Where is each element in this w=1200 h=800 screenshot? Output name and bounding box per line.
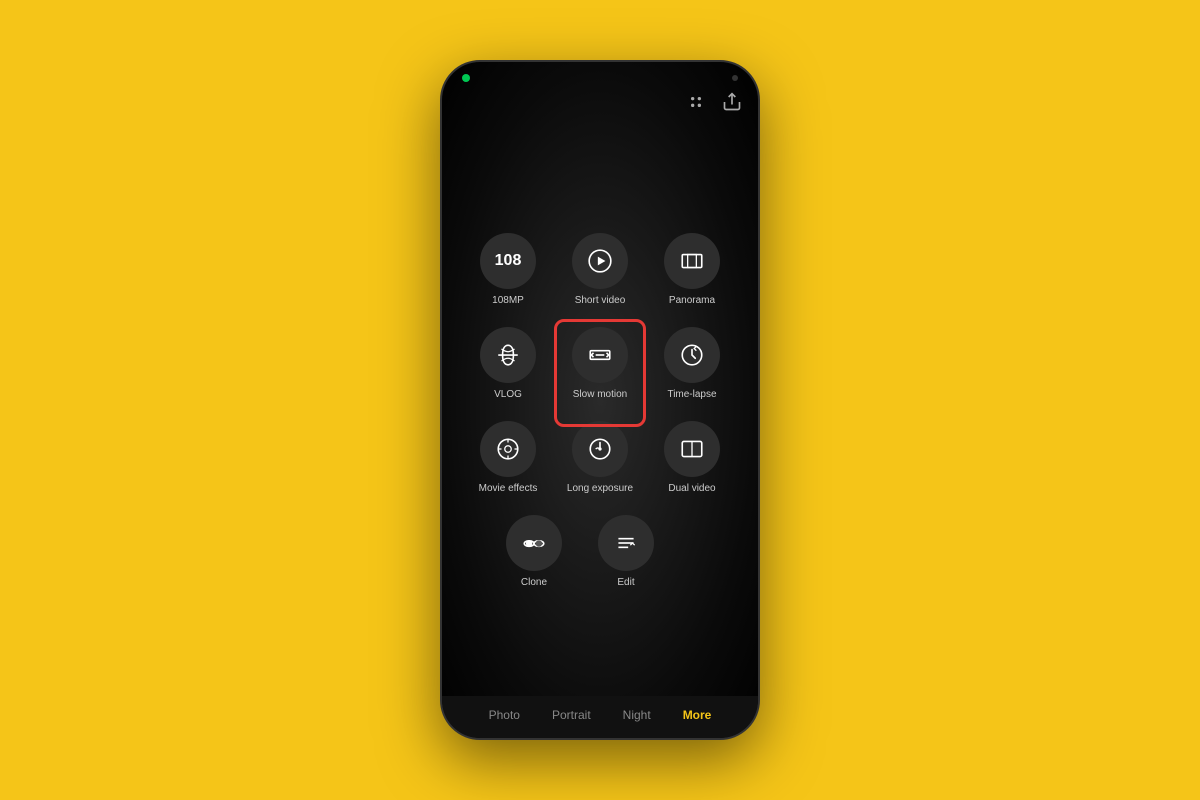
108mp-label: 108MP — [492, 295, 524, 307]
edit-icon — [598, 515, 654, 571]
mode-movie-effects[interactable]: Movie effects — [472, 421, 544, 495]
dual-video-label: Dual video — [668, 483, 715, 495]
mode-clone[interactable]: Clone — [498, 515, 570, 589]
status-bar — [442, 62, 758, 88]
panorama-label: Panorama — [669, 295, 715, 307]
mode-slow-motion-wrapper[interactable]: Slow motion — [564, 327, 636, 401]
camera-indicator — [732, 75, 738, 81]
long-exposure-label: Long exposure — [567, 483, 633, 495]
mode-108mp[interactable]: 108 108MP — [472, 233, 544, 307]
mode-short-video[interactable]: Short video — [564, 233, 636, 307]
mode-panorama[interactable]: Panorama — [656, 233, 728, 307]
short-video-label: Short video — [575, 295, 626, 307]
nav-more[interactable]: More — [679, 706, 716, 724]
grid-row-2: VLOG Slow motion — [462, 327, 738, 401]
108mp-icon: 108 — [480, 233, 536, 289]
movie-effects-label: Movie effects — [479, 483, 538, 495]
edit-label: Edit — [617, 577, 634, 589]
mode-edit[interactable]: Edit — [590, 515, 662, 589]
grid-row-4: Clone Edit — [462, 515, 738, 589]
phone-screen: 108 108MP Short video — [442, 62, 758, 738]
modes-grid: 108 108MP Short video — [442, 125, 758, 696]
panorama-icon — [664, 233, 720, 289]
phone-frame: 108 108MP Short video — [440, 60, 760, 740]
top-toolbar — [442, 88, 758, 125]
nav-portrait[interactable]: Portrait — [548, 706, 595, 724]
grid-row-3: Movie effects Long exposure — [462, 421, 738, 495]
share-icon[interactable] — [722, 92, 742, 117]
clone-icon — [506, 515, 562, 571]
slow-motion-icon — [572, 327, 628, 383]
clone-label: Clone — [521, 577, 547, 589]
nav-photo[interactable]: Photo — [485, 706, 524, 724]
vlog-icon — [480, 327, 536, 383]
nav-night[interactable]: Night — [619, 706, 655, 724]
mode-time-lapse[interactable]: Time-lapse — [656, 327, 728, 401]
status-indicator — [462, 74, 470, 82]
mode-long-exposure[interactable]: Long exposure — [564, 421, 636, 495]
time-lapse-icon — [664, 327, 720, 383]
long-exposure-icon — [572, 421, 628, 477]
grid-icon[interactable] — [686, 92, 706, 117]
mode-dual-video[interactable]: Dual video — [656, 421, 728, 495]
time-lapse-label: Time-lapse — [667, 389, 716, 401]
mode-vlog[interactable]: VLOG — [472, 327, 544, 401]
slow-motion-label: Slow motion — [573, 389, 627, 401]
dual-video-icon — [664, 421, 720, 477]
vlog-label: VLOG — [494, 389, 522, 401]
bottom-navigation: Photo Portrait Night More — [442, 696, 758, 738]
grid-row-1: 108 108MP Short video — [462, 233, 738, 307]
movie-effects-icon — [480, 421, 536, 477]
short-video-icon — [572, 233, 628, 289]
